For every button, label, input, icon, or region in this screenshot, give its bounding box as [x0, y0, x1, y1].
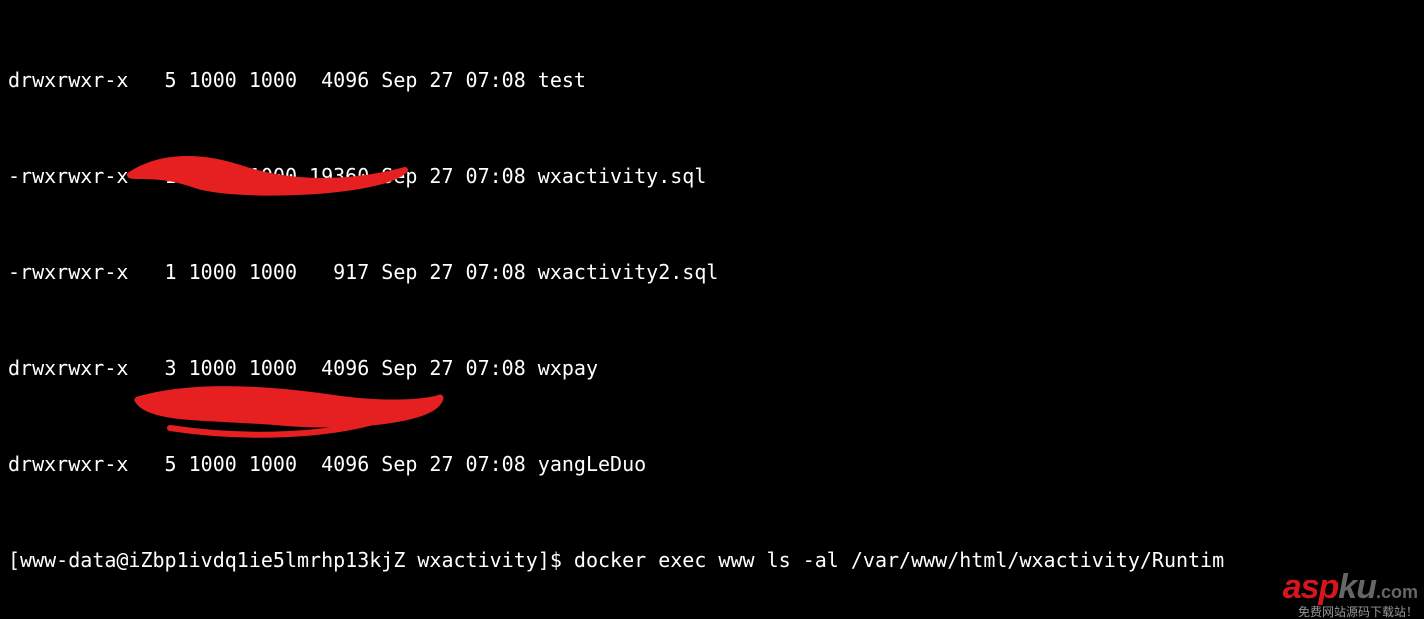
- shell-prompt-line: [www-data@iZbp1ivdq1ie5lmrhp13kjZ wxacti…: [8, 544, 1416, 576]
- ls-output-line: -rwxrwxr-x 1 1000 1000 917 Sep 27 07:08 …: [8, 256, 1416, 288]
- ls-output-line: drwxrwxr-x 3 1000 1000 4096 Sep 27 07:08…: [8, 352, 1416, 384]
- watermark-text-ku: ku: [1338, 568, 1376, 606]
- ls-output-line: drwxrwxr-x 5 1000 1000 4096 Sep 27 07:08…: [8, 64, 1416, 96]
- watermark-tagline: 免费网站源码下载站！: [1283, 606, 1418, 618]
- watermark: aspku.com 免费网站源码下载站！: [1283, 570, 1418, 618]
- ls-output-line: -rwxrwxr-x 1 1000 1000 19360 Sep 27 07:0…: [8, 160, 1416, 192]
- watermark-text-asp: asp: [1283, 568, 1339, 606]
- watermark-text-tld: .com: [1376, 582, 1418, 602]
- watermark-brand: aspku.com: [1283, 570, 1418, 604]
- terminal-output[interactable]: drwxrwxr-x 5 1000 1000 4096 Sep 27 07:08…: [0, 0, 1424, 619]
- redaction-scribble-icon: [130, 380, 450, 438]
- ls-output-line: drwxrwxr-x 5 1000 1000 4096 Sep 27 07:08…: [8, 448, 1416, 480]
